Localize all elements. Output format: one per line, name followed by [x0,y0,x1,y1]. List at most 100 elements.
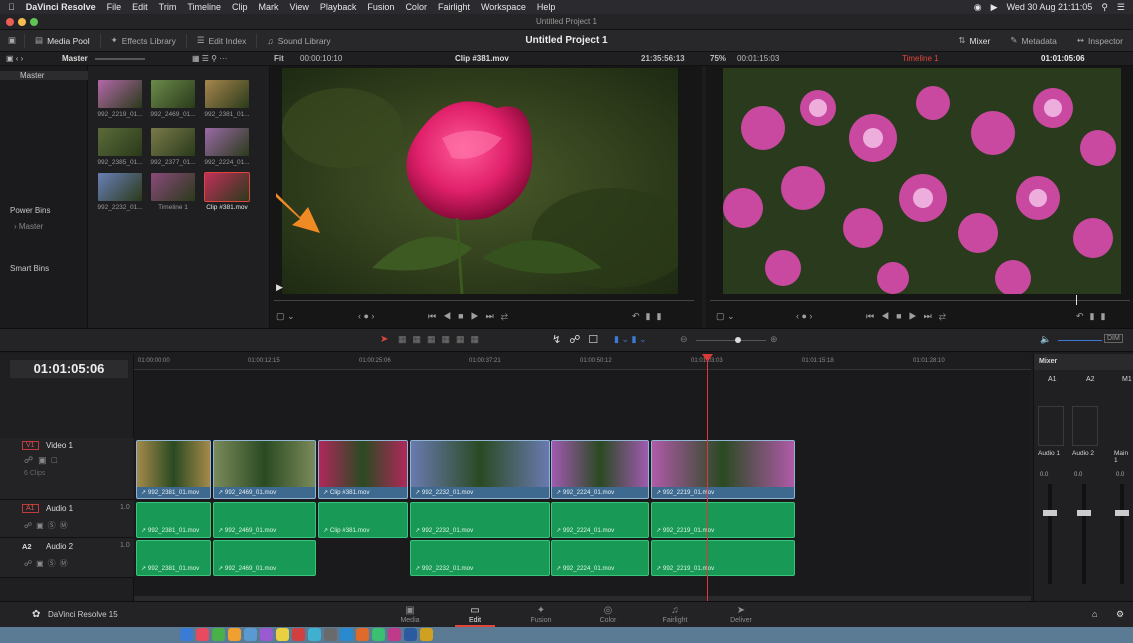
home-icon[interactable]: ⌂ [1092,609,1097,619]
timeline-playhead[interactable] [707,356,708,601]
audio-clip-a2[interactable]: ↗ 992_2232_01.mov [410,540,550,576]
track-header-audio-2[interactable]: A2 Audio 2 1.0 ☍▣ⓈⓂ [0,538,134,578]
pool-thumbnail[interactable] [205,80,249,108]
zoom-window-button[interactable] [30,18,38,26]
page-edit[interactable]: ▭ Edit [447,604,503,627]
dock-app-icon[interactable] [420,628,433,641]
page-color[interactable]: ◎ Color [580,604,636,624]
menu-list-icon[interactable]: ☰ [1117,2,1125,13]
menu-clip[interactable]: Clip [232,2,248,12]
zoom-slider[interactable] [696,340,766,341]
selection-tool-icon[interactable]: ➤ [380,334,388,345]
menu-mark[interactable]: Mark [259,2,279,12]
audio-clip-a1[interactable]: ↗ 992_2381_01.mov [136,502,211,538]
fader-a1[interactable] [1043,510,1057,516]
timeline-inout-icons[interactable]: ↶▮▮ [1076,311,1111,322]
menu-edit[interactable]: Edit [132,2,148,12]
track-a2-controls[interactable]: ☍▣ⓈⓂ [24,558,72,569]
inspector-button[interactable]: ↭ Inspector [1067,30,1133,52]
timeline-name[interactable]: Timeline 1 [902,54,939,63]
edit-index-button[interactable]: ☰ Edit Index [187,30,256,52]
menu-timeline[interactable]: Timeline [187,2,221,12]
timeline-jog-icon[interactable]: ‹ ● › [796,311,812,321]
track-header-video-1[interactable]: V1 Video 1 ☍▣□ 6 Clips [0,438,134,500]
dock-app-icon[interactable] [212,628,225,641]
close-window-button[interactable] [6,18,14,26]
app-menu[interactable]: DaVinci Resolve [26,2,96,12]
audio-clip-a1[interactable]: ↗ 992_2219_01.mov [651,502,795,538]
pool-thumbnail[interactable] [204,172,250,202]
track-tag-a1[interactable]: A1 [22,504,39,513]
apple-icon[interactable]:  [8,2,15,12]
search-icon[interactable]: ⚲ [1101,2,1108,13]
volume-icon[interactable]: ▶ [991,2,998,13]
mixer-channel-a1[interactable]: A1 [1048,376,1057,383]
page-media[interactable]: ▣ Media [382,604,438,624]
minimize-window-button[interactable] [18,18,26,26]
snap-link-icons[interactable]: ↯☍☐ [552,333,606,346]
page-deliver[interactable]: ➤ Deliver [713,604,769,624]
menu-view[interactable]: View [290,2,309,12]
source-jog-icon[interactable]: ‹ ● › [358,311,374,321]
dock-app-icon[interactable] [388,628,401,641]
fader-a2[interactable] [1077,510,1091,516]
dock-app-icon[interactable] [324,628,337,641]
dock-app-icon[interactable] [196,628,209,641]
sound-library-button[interactable]: ♫ Sound Library [257,30,340,52]
eq-graph-a1[interactable] [1038,406,1064,446]
track-a1-controls[interactable]: ☍▣ⓈⓂ [24,520,72,531]
pool-thumbnail[interactable] [205,128,249,156]
layout-icon[interactable]: ▣ ‹ › [6,54,23,63]
menu-file[interactable]: File [107,2,122,12]
menu-trim[interactable]: Trim [159,2,177,12]
audio-clip-a1[interactable]: ↗ Clip #381.mov [318,502,408,538]
thumbnail-size-slider[interactable] [95,58,145,60]
dock-app-icon[interactable] [276,628,289,641]
track-header-audio-1[interactable]: A1 Audio 1 1.0 ☍▣ⓈⓂ [0,500,134,538]
fit-dropdown[interactable]: Fit [274,54,284,63]
empty-track-area[interactable] [134,370,1031,438]
settings-icon[interactable]: ⚙ [1116,609,1124,620]
fader-main[interactable] [1115,510,1129,516]
zoom-out-icon[interactable]: ⊖ [680,334,688,345]
power-bin-master[interactable]: › Master [14,222,43,231]
source-inout-icons[interactable]: ↶▮▮ [632,311,667,322]
timeline-view-options-icon[interactable]: ▢ ⌄ [716,311,735,322]
pool-thumbnail[interactable] [98,128,142,156]
media-pool-button[interactable]: ▤ Media Pool [25,30,100,52]
clock[interactable]: Wed 30 Aug 21:11:05 [1007,2,1093,12]
edit-tool-icons[interactable]: ▦▦▦▦▦▦ [398,334,485,345]
video-clip[interactable]: ↗ 992_2469_01.mov [213,440,316,499]
bin-master[interactable]: Master [0,71,88,80]
audio-clip-a2[interactable]: ↗ 992_2219_01.mov [651,540,795,576]
timeline-ruler[interactable]: 01:00:00:00 01:00:12:15 01:00:25:06 01:0… [134,354,1031,370]
eq-graph-a2[interactable] [1072,406,1098,446]
timeline-transport-controls[interactable]: ⏮◀■▶⏭⇄ [866,311,953,322]
track-tag-a2[interactable]: A2 [22,542,32,551]
dock-app-icon[interactable] [404,628,417,641]
menu-help[interactable]: Help [537,2,556,12]
track-tag-v1[interactable]: V1 [22,441,39,450]
menu-fairlight[interactable]: Fairlight [438,2,470,12]
zoom-in-icon[interactable]: ⊕ [770,334,778,345]
menu-fusion[interactable]: Fusion [367,2,394,12]
menu-playback[interactable]: Playback [320,2,357,12]
menu-color[interactable]: Color [405,2,427,12]
dock-app-icon[interactable] [244,628,257,641]
dock-app-icon[interactable] [292,628,305,641]
audio-clip-a1[interactable]: ↗ 992_2224_01.mov [551,502,649,538]
flag-marker-icons[interactable]: ▮ ⌄ ▮ ⌄ [614,334,647,345]
pool-thumbnail[interactable] [151,80,195,108]
timeline-viewer-playhead[interactable] [1076,295,1077,305]
menu-workspace[interactable]: Workspace [481,2,526,12]
dock-app-icon[interactable] [372,628,385,641]
dock-app-icon[interactable] [356,628,369,641]
dock-app-icon[interactable] [228,628,241,641]
metadata-button[interactable]: ✎ Metadata [1000,30,1067,52]
pool-thumbnail[interactable] [98,173,142,201]
video-clip[interactable]: ↗ 992_2232_01.mov [410,440,550,499]
effects-library-button[interactable]: ✦ Effects Library [101,30,186,52]
source-clip-name[interactable]: Clip #381.mov [455,54,509,63]
dock-app-icon[interactable] [308,628,321,641]
timeline-scrubber[interactable] [710,300,1130,301]
